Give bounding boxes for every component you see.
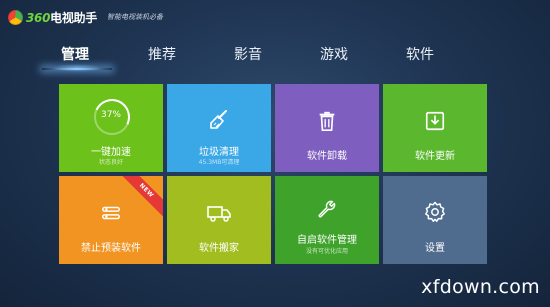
tile-label: 设置 xyxy=(425,243,445,254)
tile-cleanup[interactable]: 垃圾清理 45.3MB可清理 xyxy=(167,84,271,172)
tile-label: 软件搬家 xyxy=(199,243,239,254)
tab-recommend[interactable]: 推荐 xyxy=(148,44,176,64)
app-slogan: 智能电视装机必备 xyxy=(106,13,163,21)
app-title: 360电视助手 xyxy=(26,9,97,26)
tile-status: 没有可优化应用 xyxy=(305,248,348,255)
tile-label: 软件更新 xyxy=(415,151,455,162)
app-brand: 360电视助手 智能电视装机必备 xyxy=(8,9,163,25)
tile-move-apps[interactable]: 软件搬家 xyxy=(167,176,271,264)
speedup-percent: 37% xyxy=(100,110,121,120)
tile-autostart[interactable]: 自启软件管理 没有可优化应用 xyxy=(275,176,379,264)
tile-speedup[interactable]: 37% 一键加速 状态良好 xyxy=(59,84,163,172)
truck-icon xyxy=(207,206,231,222)
wrench-icon xyxy=(318,200,336,218)
toggle-list-icon xyxy=(102,206,120,220)
tile-label: 垃圾清理 xyxy=(199,147,239,158)
app-logo-icon xyxy=(8,9,23,25)
new-badge-text: NEW xyxy=(119,176,163,220)
site-watermark: xfdown.com xyxy=(421,276,540,298)
trash-icon xyxy=(319,111,335,131)
tile-label: 一键加速 xyxy=(91,147,131,158)
tab-software[interactable]: 软件 xyxy=(406,44,434,64)
tile-uninstall[interactable]: 软件卸载 xyxy=(275,84,379,172)
tab-media[interactable]: 影音 xyxy=(234,44,262,64)
tile-update[interactable]: 软件更新 xyxy=(383,84,487,172)
tile-status: 状态良好 xyxy=(98,159,123,166)
logo-name: 电视助手 xyxy=(50,10,97,25)
tile-status: 45.3MB可清理 xyxy=(198,159,240,166)
download-tray-icon xyxy=(425,111,445,131)
tile-label: 自启软件管理 xyxy=(297,235,357,246)
tab-games[interactable]: 游戏 xyxy=(320,44,348,64)
tile-label: 禁止预装软件 xyxy=(81,243,141,254)
logo-number: 360 xyxy=(26,10,51,25)
broom-icon xyxy=(210,110,227,129)
tab-manage[interactable]: 管理 xyxy=(61,44,89,64)
tile-settings[interactable]: 设置 xyxy=(383,176,487,264)
gear-icon xyxy=(425,201,445,222)
tile-label: 软件卸载 xyxy=(307,151,347,162)
tile-block-preinstall[interactable]: NEW 禁止预装软件 xyxy=(59,176,163,264)
active-tab-indicator xyxy=(42,68,112,70)
new-badge: NEW xyxy=(119,176,163,220)
